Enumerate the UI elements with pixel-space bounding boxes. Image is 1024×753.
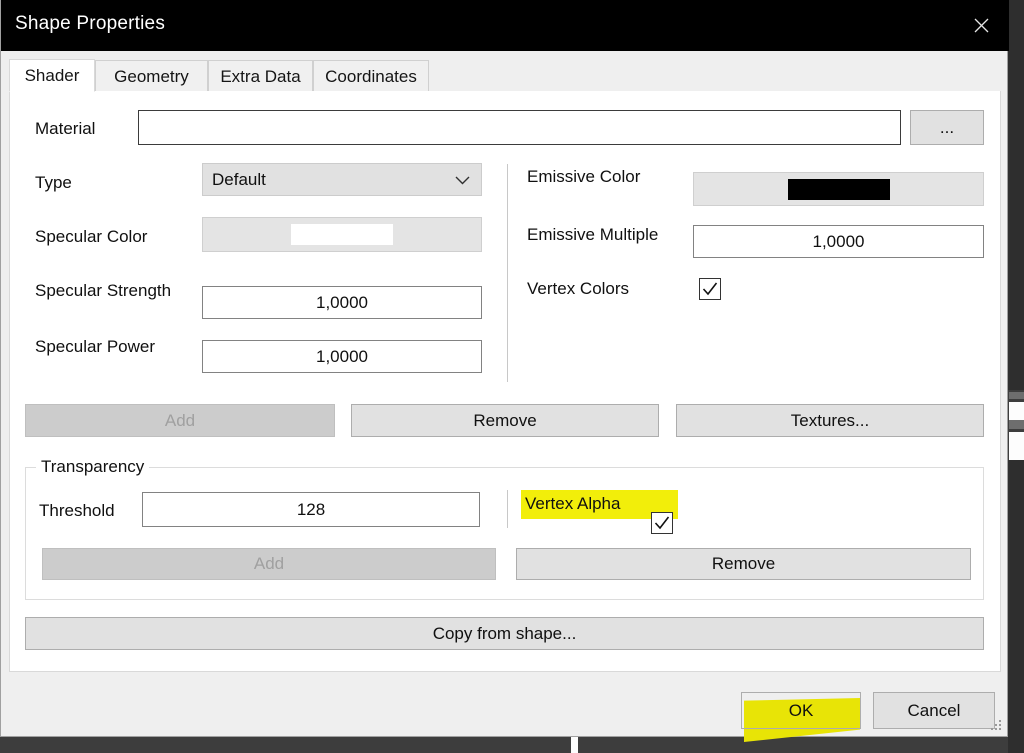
transparency-add-button[interactable]: Add: [42, 548, 496, 580]
background-window-strip: [1009, 392, 1024, 399]
emissive-color-swatch: [787, 178, 890, 200]
transparency-groupbox: [25, 467, 984, 600]
close-icon[interactable]: [953, 0, 1009, 51]
specular-power-label: Specular Power: [35, 337, 156, 356]
vertex-colors-label: Vertex Colors: [527, 279, 630, 298]
type-selected-value: Default: [212, 169, 266, 189]
material-label: Material: [35, 119, 96, 138]
specular-strength-input[interactable]: 1,0000: [202, 286, 482, 319]
resize-grip[interactable]: [989, 718, 1003, 732]
specular-power-input[interactable]: 1,0000: [202, 340, 482, 373]
material-input[interactable]: [138, 110, 901, 145]
threshold-label: Threshold: [39, 501, 115, 520]
specular-strength-label: Specular Strength: [35, 281, 172, 300]
tab-label: Geometry: [114, 66, 189, 86]
chevron-down-icon: [455, 170, 470, 190]
ok-button[interactable]: OK: [741, 692, 861, 729]
emissive-color-label: Emissive Color: [527, 167, 641, 186]
vertex-alpha-checkbox[interactable]: [651, 512, 673, 534]
specular-color-label: Specular Color: [35, 227, 148, 246]
transparency-remove-button[interactable]: Remove: [516, 548, 971, 580]
background-window-strip: [1009, 432, 1024, 460]
specular-color-field[interactable]: [202, 217, 482, 252]
texture-remove-button[interactable]: Remove: [351, 404, 659, 437]
column-separator: [507, 164, 508, 382]
tab-label: Shader: [24, 65, 80, 85]
threshold-input[interactable]: 128: [142, 492, 480, 527]
material-browse-button[interactable]: ...: [910, 110, 984, 145]
tab-coordinates[interactable]: Coordinates: [313, 60, 429, 92]
tab-shader[interactable]: Shader: [9, 59, 95, 92]
vertex-colors-checkbox[interactable]: [699, 278, 721, 300]
transparency-separator: [507, 490, 508, 528]
shader-tab-panel: Material ... Type Default Specular Color…: [9, 91, 1001, 672]
tab-strip: Shader Geometry Extra Data Coordinates: [9, 59, 1001, 92]
specular-color-swatch: [291, 224, 393, 245]
background-divider: [571, 737, 578, 753]
tab-geometry[interactable]: Geometry: [95, 60, 208, 92]
emissive-multiple-input[interactable]: 1,0000: [693, 225, 984, 258]
shape-properties-dialog: Shape Properties Shader Geometry Extra D…: [0, 0, 1009, 742]
window-title: Shape Properties: [15, 13, 166, 34]
copy-from-shape-button[interactable]: Copy from shape...: [25, 617, 984, 650]
cancel-button[interactable]: Cancel: [873, 692, 995, 729]
tab-extra-data[interactable]: Extra Data: [208, 60, 313, 92]
texture-add-button[interactable]: Add: [25, 404, 335, 437]
textures-button[interactable]: Textures...: [676, 404, 984, 437]
transparency-group-label: Transparency: [36, 457, 150, 477]
emissive-color-field[interactable]: [693, 172, 984, 206]
background-window-strip: [1009, 420, 1024, 429]
tab-label: Coordinates: [325, 66, 417, 86]
type-select[interactable]: Default: [202, 163, 482, 196]
tab-label: Extra Data: [220, 66, 301, 86]
emissive-multiple-label: Emissive Multiple: [527, 225, 659, 244]
vertex-alpha-label: Vertex Alpha: [525, 494, 621, 513]
background-window-strip: [1009, 402, 1024, 420]
background-window-chrome: [1008, 0, 1024, 390]
title-bar: Shape Properties: [1, 0, 1009, 51]
type-label: Type: [35, 173, 72, 192]
